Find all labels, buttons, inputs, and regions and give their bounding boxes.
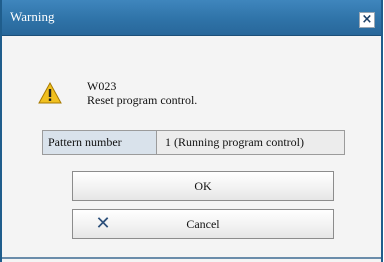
ok-button-label: OK — [194, 179, 212, 193]
pattern-number-label: Pattern number — [43, 131, 157, 154]
ok-button[interactable]: OK — [72, 171, 334, 201]
message-text: Reset program control. — [87, 93, 198, 107]
message-code: W023 — [87, 79, 117, 93]
cancel-x-icon: ✕ — [95, 213, 111, 234]
cancel-button-label: Cancel — [186, 217, 220, 231]
bottom-divider — [2, 257, 381, 259]
warning-icon — [38, 82, 62, 104]
cancel-button[interactable]: ✕ Cancel — [72, 209, 334, 239]
close-button[interactable]: × — [359, 12, 375, 28]
warning-dialog: Warning × W023 Reset program control. Pa… — [0, 0, 383, 262]
pattern-number-row: Pattern number 1 (Running program contro… — [42, 130, 345, 155]
pattern-number-value: 1 (Running program control) — [165, 135, 304, 149]
title-bar[interactable]: Warning × — [2, 0, 381, 36]
dialog-title: Warning — [10, 9, 55, 24]
close-icon: × — [361, 12, 373, 27]
